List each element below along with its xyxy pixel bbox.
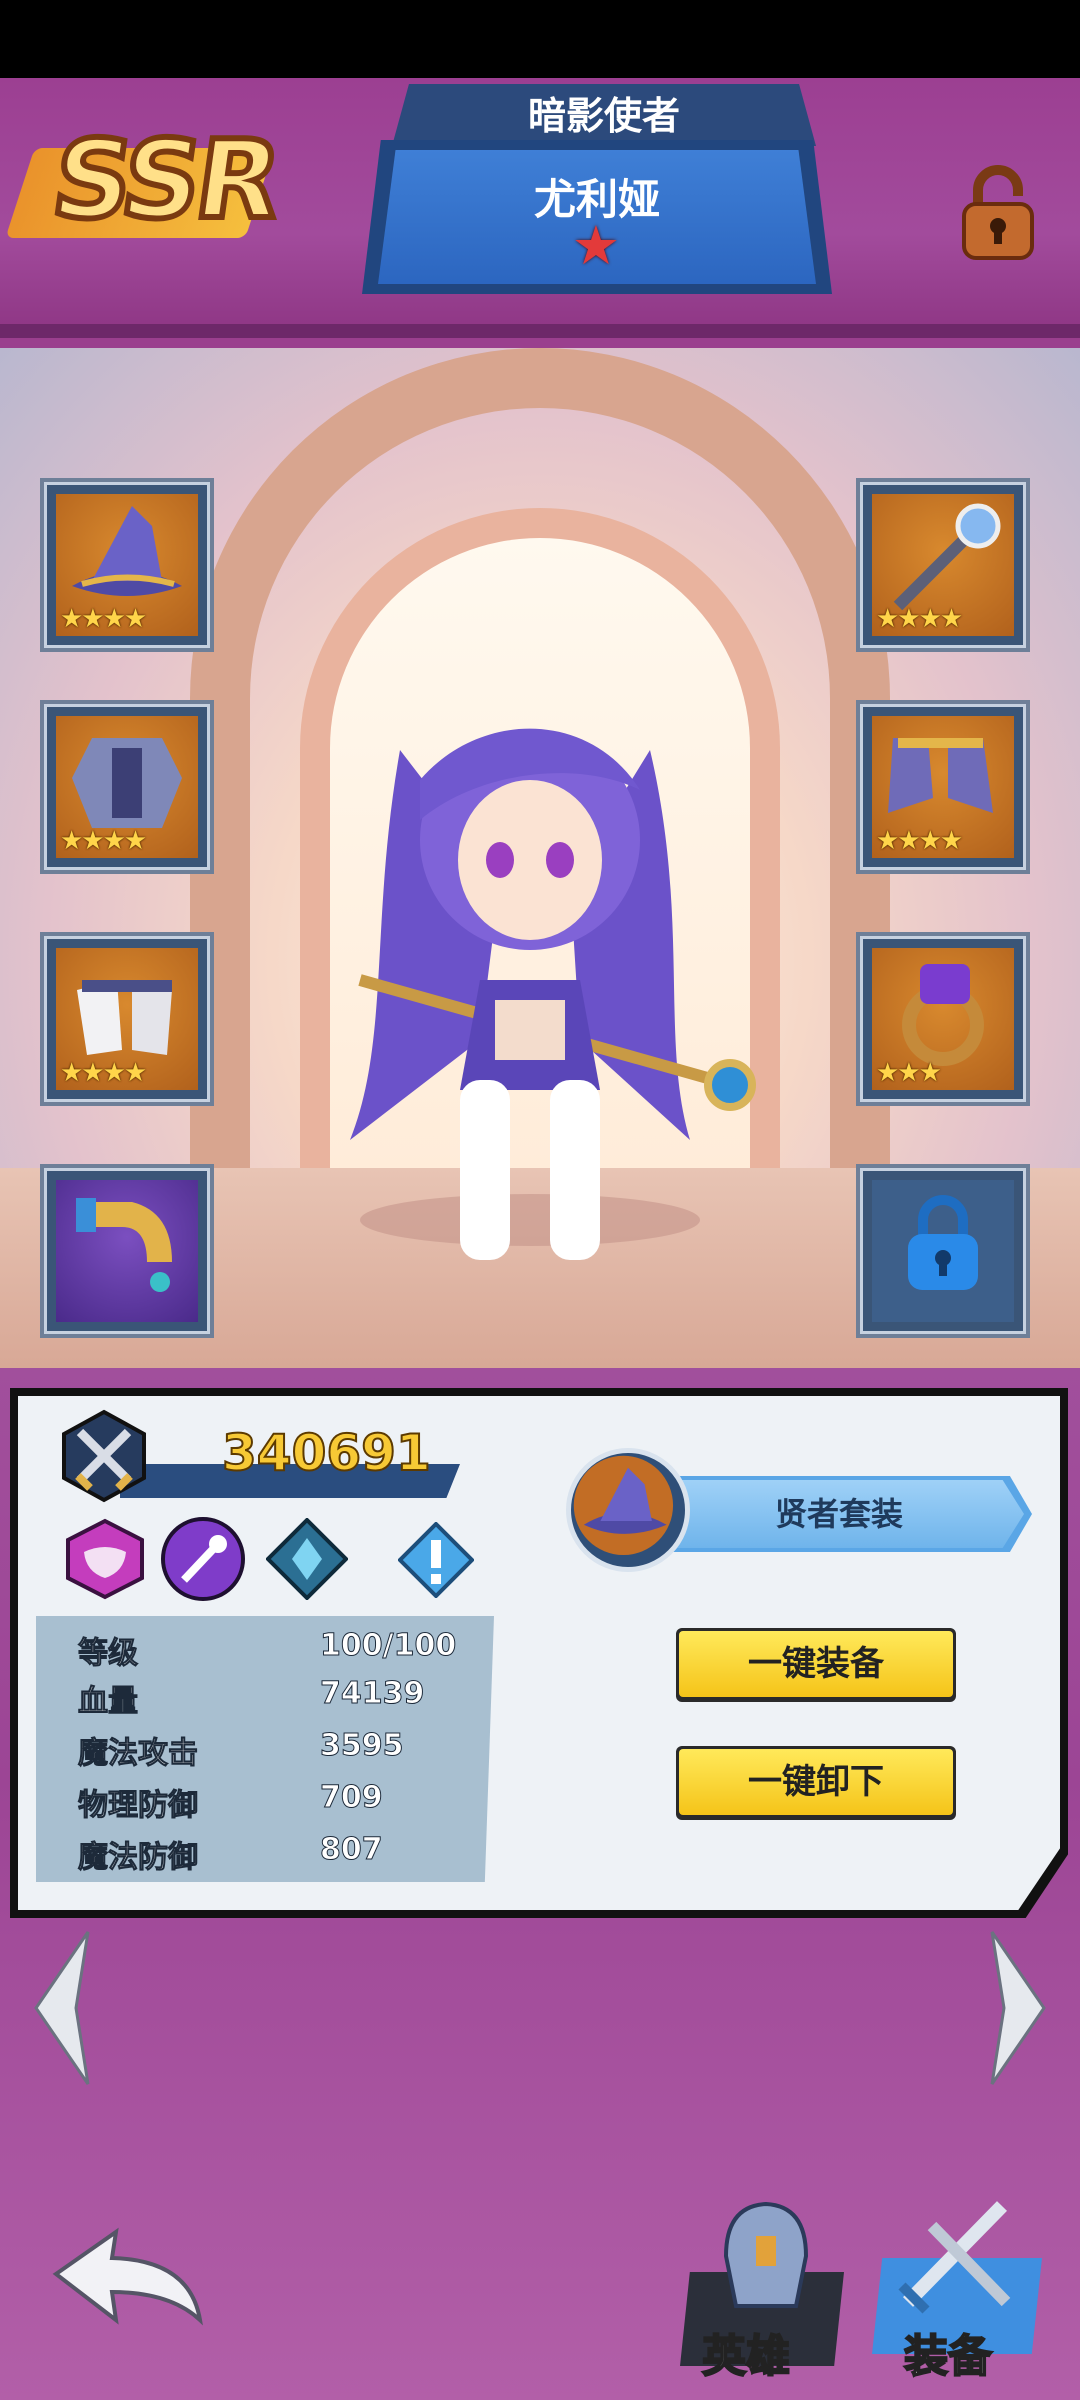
star-rating: ★★★★ (876, 604, 963, 634)
equip-slot-accessory[interactable] (40, 1164, 214, 1338)
hero-tab[interactable]: 英雄 (680, 2196, 850, 2383)
star-rating: ★★★★ (60, 1058, 147, 1088)
stat-value: 3595 (320, 1728, 404, 1764)
equip-all-label: 一键装备 (679, 1631, 953, 1697)
equip-slot-boots[interactable]: ★★★★ (856, 700, 1030, 874)
unequip-all-label: 一键卸下 (679, 1749, 953, 1815)
set-name-button[interactable]: 贤者套装 (664, 1476, 1014, 1552)
star-icon: ★ (571, 214, 621, 277)
mask-skill-icon[interactable] (64, 1518, 146, 1600)
stat-value: 74139 (319, 1676, 425, 1712)
exclamation-icon[interactable] (397, 1521, 475, 1599)
equip-slot-locked[interactable] (856, 1164, 1030, 1338)
stat-label: 血量 (78, 1684, 139, 1720)
star-rating: ★★★★ (60, 604, 147, 634)
ring-icon (902, 964, 984, 1066)
lock-icon (908, 1195, 978, 1290)
hero-character[interactable] (330, 620, 770, 1340)
helmet-icon (723, 2201, 809, 2308)
equipment-tab[interactable]: 装备 (872, 2186, 1042, 2383)
star-rating: ★★★ (876, 1058, 942, 1088)
equipment-tab-label: 装备 (903, 2330, 993, 2383)
gloves-icon (77, 980, 172, 1055)
combat-power-value: 340691 (221, 1423, 432, 1483)
equip-slot-hat[interactable]: ★★★★ (40, 478, 214, 652)
stat-value: 709 (320, 1780, 384, 1816)
stat-label: 等级 (78, 1636, 139, 1672)
crossed-swords-icon (56, 1408, 152, 1504)
back-arrow-icon[interactable] (50, 2220, 210, 2340)
crossed-swords-tab-icon (898, 2201, 1011, 2314)
padlock-button[interactable] (958, 162, 1038, 262)
next-hero-arrow-icon[interactable] (984, 1928, 1054, 2088)
hero-title: 暗影使者 (527, 94, 680, 138)
stat-label: 魔法攻击 (78, 1736, 199, 1772)
equip-slot-ring[interactable]: ★★★ (856, 932, 1030, 1106)
crystal-skill-icon[interactable] (265, 1517, 349, 1601)
star-rating: ★★★★ (876, 826, 963, 856)
equip-slot-gloves[interactable]: ★★★★ (40, 932, 214, 1106)
stat-value: 807 (320, 1832, 384, 1868)
equip-slot-armor[interactable]: ★★★★ (40, 700, 214, 874)
set-wizard-hat-icon[interactable] (566, 1448, 690, 1572)
equip-slot-staff[interactable]: ★★★★ (856, 478, 1030, 652)
staff-icon (893, 503, 1001, 611)
previous-hero-arrow-icon[interactable] (26, 1928, 96, 2088)
wand-skill-icon[interactable] (160, 1516, 246, 1602)
rarity-text: SSR (42, 115, 287, 246)
ssr-rarity-badge: SSR (5, 110, 288, 260)
star-rating: ★★★★ (60, 826, 147, 856)
stat-label: 物理防御 (78, 1788, 199, 1824)
status-bar (0, 0, 1080, 78)
equip-all-button[interactable]: 一键装备 (676, 1628, 956, 1702)
horn-icon (76, 1198, 172, 1292)
stat-label: 魔法防御 (78, 1840, 199, 1876)
hero-tab-label: 英雄 (701, 2330, 791, 2383)
armor-icon (72, 738, 182, 828)
unequip-all-button[interactable]: 一键卸下 (676, 1746, 956, 1820)
boots-icon (888, 738, 993, 813)
stat-value: 100/100 (319, 1628, 457, 1664)
wizard-hat-icon (72, 506, 182, 596)
